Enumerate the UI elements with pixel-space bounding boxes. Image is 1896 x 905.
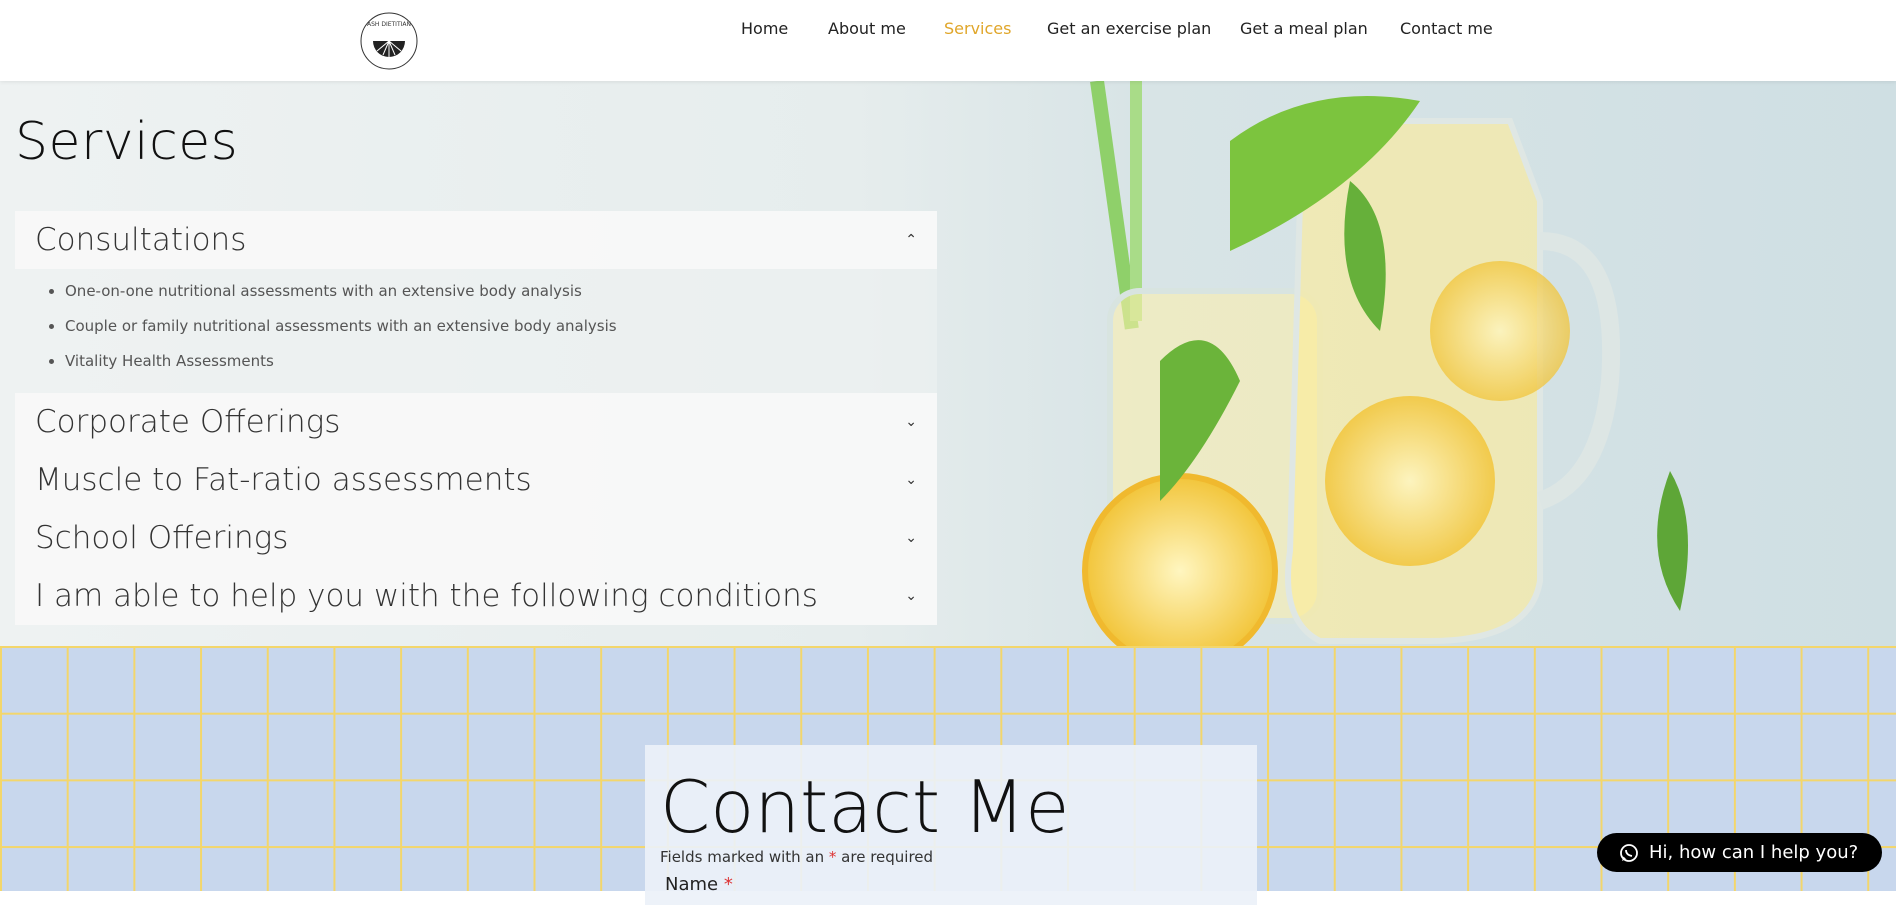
list-item: One-on-one nutritional assessments with … [65, 281, 937, 316]
page-title: Services [15, 112, 239, 172]
chevron-up-icon: ⌃ [905, 232, 917, 248]
logo[interactable]: ASH DIETITIAN [359, 11, 419, 71]
nav-home[interactable]: Home [741, 19, 788, 38]
name-label: Name * [665, 874, 733, 895]
accordion-title: I am able to help you with the following… [35, 578, 818, 614]
nav-about-me[interactable]: About me [828, 19, 906, 38]
lemonade-image [1082, 81, 1688, 646]
contact-form-card: Contact Me Fields marked with an * are r… [645, 745, 1257, 905]
accordion-consultations[interactable]: Consultations ⌃ [15, 211, 937, 269]
list-item: Couple or family nutritional assessments… [65, 316, 937, 351]
required-note: Fields marked with an * are required [660, 848, 933, 866]
top-nav: ASH DIETITIAN Home About me Services Get… [0, 0, 1896, 81]
accordion-conditions[interactable]: I am able to help you with the following… [15, 567, 937, 625]
chevron-down-icon: ⌄ [905, 530, 917, 546]
chevron-down-icon: ⌄ [905, 472, 917, 488]
note-text: are required [836, 848, 934, 866]
accordion-title: Corporate Offerings [35, 404, 341, 440]
contact-title: Contact Me [660, 765, 1070, 849]
list-item: Vitality Health Assessments [65, 351, 937, 386]
accordion-muscle-fat-ratio[interactable]: Muscle to Fat-ratio assessments ⌄ [15, 451, 937, 509]
accordion-school-offerings[interactable]: School Offerings ⌄ [15, 509, 937, 567]
services-hero: Services Consultations ⌃ One-on-one nutr… [0, 81, 1896, 646]
required-star: * [723, 874, 733, 895]
accordion-title: Muscle to Fat-ratio assessments [35, 462, 532, 498]
nav-contact-me[interactable]: Contact me [1400, 19, 1493, 38]
nav-meal-plan[interactable]: Get a meal plan [1240, 19, 1368, 38]
label-text: Name [665, 874, 724, 895]
nav-exercise-plan[interactable]: Get an exercise plan [1047, 19, 1211, 38]
chat-button[interactable]: Hi, how can I help you? [1597, 833, 1882, 872]
whatsapp-icon [1620, 843, 1638, 862]
nav-services[interactable]: Services [944, 19, 1011, 38]
chevron-down-icon: ⌄ [905, 588, 917, 604]
note-text: Fields marked with an [660, 848, 829, 866]
accordion-title: Consultations [35, 222, 247, 258]
svg-text:ASH DIETITIAN: ASH DIETITIAN [367, 21, 411, 28]
chat-label: Hi, how can I help you? [1649, 842, 1859, 863]
services-accordion: Consultations ⌃ One-on-one nutritional a… [15, 211, 937, 625]
accordion-title: School Offerings [35, 520, 289, 556]
consultations-list: One-on-one nutritional assessments with … [15, 269, 937, 393]
chevron-down-icon: ⌄ [905, 414, 917, 430]
accordion-corporate-offerings[interactable]: Corporate Offerings ⌄ [15, 393, 937, 451]
